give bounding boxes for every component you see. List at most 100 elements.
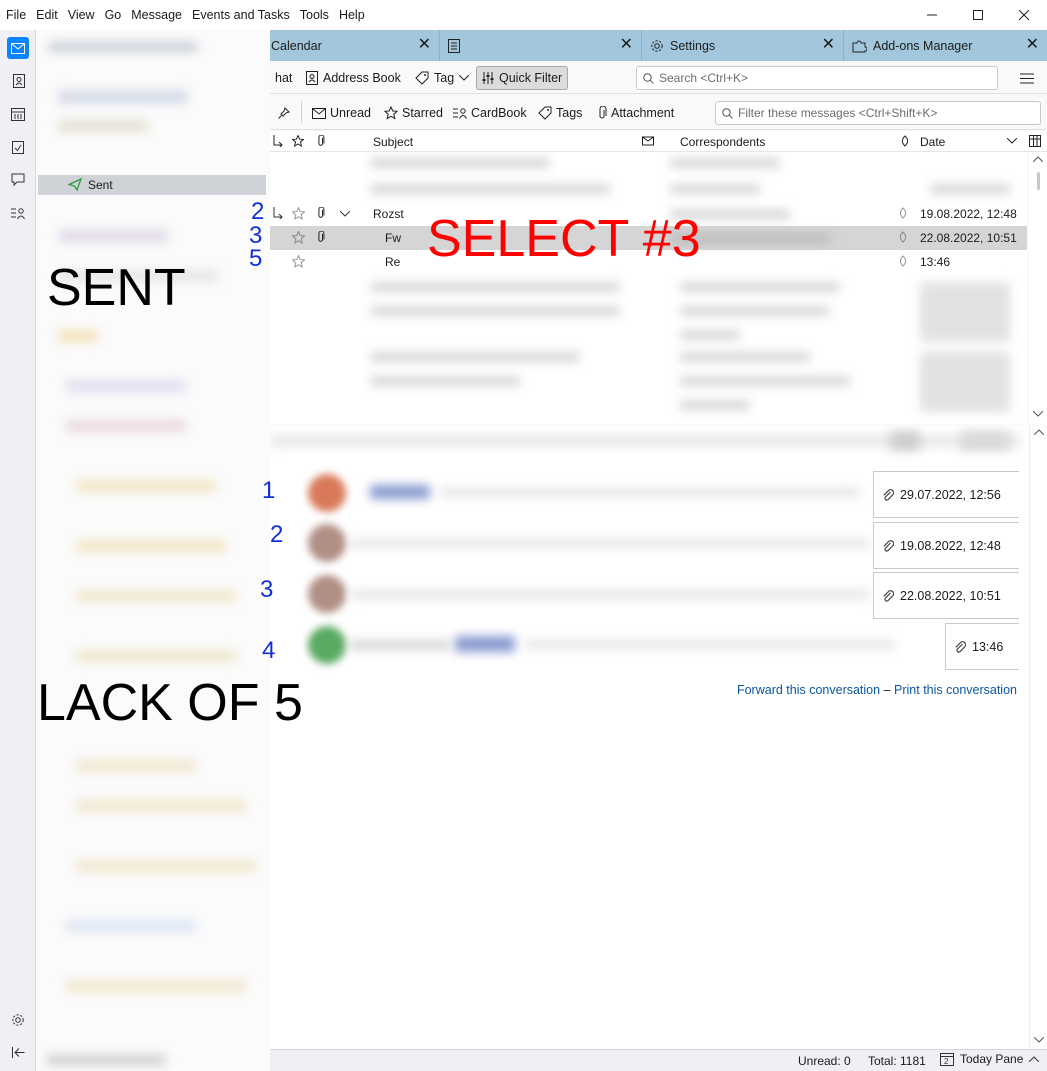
menu-view[interactable]: View (63, 0, 100, 30)
thread-pane-scrollbar[interactable] (1029, 152, 1047, 424)
scroll-up-icon[interactable] (1034, 429, 1044, 435)
tab-addons-manager[interactable]: Add-ons Manager ✕ (844, 30, 1047, 61)
qf-cardbook-button[interactable]: CardBook (453, 103, 527, 123)
tab-close-icon[interactable]: ✕ (822, 37, 835, 53)
forward-conversation-link[interactable]: Forward this conversation (737, 683, 880, 697)
chevron-down-icon[interactable] (340, 211, 350, 217)
paperclip-icon (318, 207, 325, 218)
filter-messages-input[interactable]: Filter these messages <Ctrl+Shift+K> (715, 101, 1041, 125)
menu-bar: File Edit View Go Message Events and Tas… (0, 0, 1047, 30)
collapse-spaces-button[interactable] (7, 1041, 29, 1063)
menu-edit[interactable]: Edit (31, 0, 63, 30)
blurred-row (680, 306, 830, 316)
date-column-header[interactable]: Date (920, 135, 945, 149)
message-date-label: 19.08.2022, 12:48 (900, 538, 1001, 553)
conversation-pane-scrollbar[interactable] (1029, 425, 1047, 1049)
today-pane-toggle[interactable]: 2 Today Pane (940, 1052, 1040, 1066)
chat-space-button[interactable] (7, 169, 29, 191)
qf-tags-button[interactable]: Tags (538, 103, 582, 123)
thread-pane: Rozst 19.08.2022, 12:48 Fw 22.08.2022, 1… (270, 152, 1027, 424)
annotation-number: 2 (270, 521, 284, 548)
tab-settings[interactable]: Settings ✕ (642, 30, 844, 61)
blurred-row (370, 184, 610, 194)
star-column-icon[interactable] (292, 135, 304, 147)
chat-button[interactable]: hat (270, 66, 297, 90)
print-conversation-link[interactable]: Print this conversation (894, 683, 1017, 697)
subject-column-header[interactable]: Subject (373, 135, 413, 149)
paperclip-icon (318, 231, 325, 242)
address-book-space-button[interactable] (7, 70, 29, 92)
blurred-sender (455, 636, 515, 652)
tag-button[interactable]: Tag (410, 66, 474, 90)
collapse-left-icon (11, 1046, 24, 1058)
blurred-row (680, 330, 740, 340)
tab-addons-label: Add-ons Manager (873, 38, 973, 53)
mail-toolbar: hat Address Book Tag Quick Filter Search… (270, 61, 1047, 94)
menu-go[interactable]: Go (100, 0, 127, 30)
menu-message[interactable]: Message (126, 0, 187, 30)
column-picker-icon[interactable] (1029, 135, 1041, 147)
minimize-button[interactable] (909, 0, 955, 30)
tasks-space-button[interactable] (7, 136, 29, 158)
junk-status-icon (899, 207, 907, 219)
cardbook-space-button[interactable] (7, 202, 29, 224)
folder-sent[interactable]: Sent (38, 175, 266, 195)
address-book-button[interactable]: Address Book (300, 66, 406, 90)
paperclip-icon (599, 106, 607, 119)
menu-events-and-tasks[interactable]: Events and Tasks (187, 0, 295, 30)
tab-calendar[interactable]: Calendar ✕ (270, 30, 440, 61)
star-icon[interactable] (292, 255, 305, 268)
conversation-message-date[interactable]: 19.08.2022, 12:48 (873, 522, 1019, 569)
global-search-input[interactable]: Search <Ctrl+K> (636, 66, 998, 90)
star-icon[interactable] (292, 231, 305, 244)
folder-blur (58, 230, 168, 242)
menu-help[interactable]: Help (334, 0, 370, 30)
chat-button-label: hat (275, 71, 293, 85)
tab-document[interactable]: ✕ (440, 30, 642, 61)
qf-unread-button[interactable]: Unread (312, 103, 371, 123)
app-menu-button[interactable] (1015, 66, 1039, 90)
mail-icon (11, 42, 25, 54)
read-status-column-icon[interactable] (642, 135, 654, 146)
chevron-down-icon[interactable] (1007, 138, 1017, 144)
attachment-column-icon[interactable] (317, 135, 325, 147)
close-window-button[interactable] (1001, 0, 1047, 30)
scroll-thumb[interactable] (1037, 172, 1040, 190)
scroll-up-icon[interactable] (1033, 156, 1043, 162)
thread-icon (273, 207, 283, 219)
paperclip-icon (883, 539, 894, 552)
tab-close-icon[interactable]: ✕ (1026, 37, 1039, 53)
gear-icon (651, 39, 663, 52)
contacts-list-icon (453, 108, 467, 119)
annotation-number: 5 (249, 245, 263, 272)
qf-attachment-button[interactable]: Attachment (597, 103, 674, 123)
conversation-message-date[interactable]: 29.07.2022, 12:56 (873, 471, 1019, 518)
scroll-down-icon[interactable] (1034, 1037, 1044, 1043)
svg-text:2: 2 (944, 1057, 949, 1066)
thread-column-icon[interactable] (273, 135, 283, 147)
scroll-down-icon[interactable] (1033, 411, 1043, 417)
correspondents-column-header[interactable]: Correspondents (680, 135, 765, 149)
blurred-row (370, 352, 580, 362)
calendar-space-button[interactable] (7, 103, 29, 125)
filter-messages-placeholder: Filter these messages <Ctrl+Shift+K> (738, 106, 938, 120)
junk-status-column-icon[interactable] (900, 135, 910, 147)
tab-calendar-label: Calendar (271, 38, 322, 53)
quick-filter-button[interactable]: Quick Filter (476, 66, 569, 90)
chevron-up-icon (1029, 1056, 1040, 1062)
junk-status-icon (899, 255, 907, 267)
folder-blur (66, 420, 186, 432)
tab-close-icon[interactable]: ✕ (620, 37, 633, 53)
sticky-filter-toggle[interactable] (278, 103, 290, 123)
tab-close-icon[interactable]: ✕ (418, 37, 431, 53)
maximize-icon (973, 10, 983, 20)
maximize-button[interactable] (955, 0, 1001, 30)
star-icon[interactable] (292, 207, 305, 220)
conversation-message-date[interactable]: 13:46 (945, 623, 1019, 670)
settings-space-button[interactable] (7, 1009, 29, 1031)
mail-space-button[interactable] (7, 37, 29, 59)
menu-tools[interactable]: Tools (295, 0, 334, 30)
qf-starred-button[interactable]: Starred (384, 103, 443, 123)
conversation-message-date[interactable]: 22.08.2022, 10:51 (873, 572, 1019, 619)
menu-file[interactable]: File (0, 0, 31, 30)
